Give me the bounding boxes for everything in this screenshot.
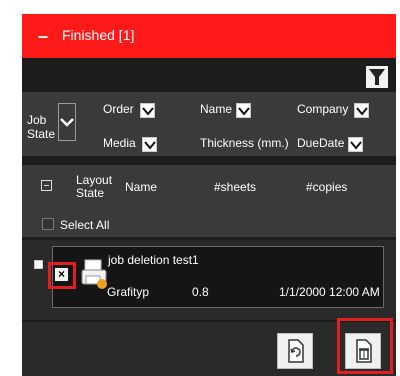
checkmark-icon — [238, 107, 250, 116]
section-title: Finished [1] — [62, 27, 135, 43]
company-checkbox[interactable] — [354, 103, 369, 118]
due-date-label: DueDate — [297, 136, 345, 150]
chevron-down-icon — [60, 118, 74, 127]
collapse-icon[interactable]: – — [38, 26, 48, 47]
media-checkbox[interactable] — [142, 137, 157, 152]
filter-toolbar — [22, 58, 396, 88]
job-media: Grafityp — [107, 285, 150, 299]
name-checkbox[interactable] — [236, 103, 251, 118]
job-state-label-line2: State — [27, 127, 56, 141]
thickness-label: Thickness (mm.) — [200, 136, 289, 150]
job-state-dropdown[interactable] — [58, 103, 76, 141]
job-select-checkbox[interactable] — [34, 260, 43, 269]
checkmark-icon — [144, 141, 156, 150]
sheets-column-header: #sheets — [214, 180, 257, 194]
order-checkbox[interactable] — [140, 103, 155, 118]
layout-state-line2: State — [76, 186, 105, 200]
name-column-header: Name — [125, 180, 158, 194]
copies-column-header: #copies — [306, 180, 348, 194]
filter-icon — [369, 69, 385, 85]
job-due-date: 1/1/2000 12:00 AM — [279, 285, 380, 299]
finished-section-header[interactable]: – Finished [1] — [22, 14, 396, 58]
company-label: Company — [297, 102, 349, 116]
select-all-label: Select All — [60, 218, 110, 232]
order-label: Order — [103, 102, 134, 116]
due-date-checkbox[interactable] — [348, 137, 363, 152]
checkmark-icon — [142, 107, 154, 116]
layout-state-line1: Layout — [76, 173, 113, 187]
job-state-label-line1: Job — [27, 113, 47, 127]
checkmark-icon — [350, 141, 362, 150]
checkmark-icon — [356, 107, 368, 116]
job-thickness: 0.8 — [192, 285, 209, 299]
job-name: job deletion test1 — [108, 253, 199, 267]
highlight-delete-button — [337, 318, 393, 374]
name-label: Name — [200, 102, 233, 116]
reprint-icon — [288, 339, 304, 363]
select-all-checkbox[interactable] — [42, 218, 54, 230]
reprint-button[interactable] — [277, 333, 313, 369]
collapse-all-icon[interactable] — [41, 180, 52, 191]
highlight-delete-job — [48, 262, 76, 289]
media-label: Media — [103, 136, 136, 150]
filter-button[interactable] — [366, 66, 388, 88]
printer-job-icon — [81, 259, 107, 289]
